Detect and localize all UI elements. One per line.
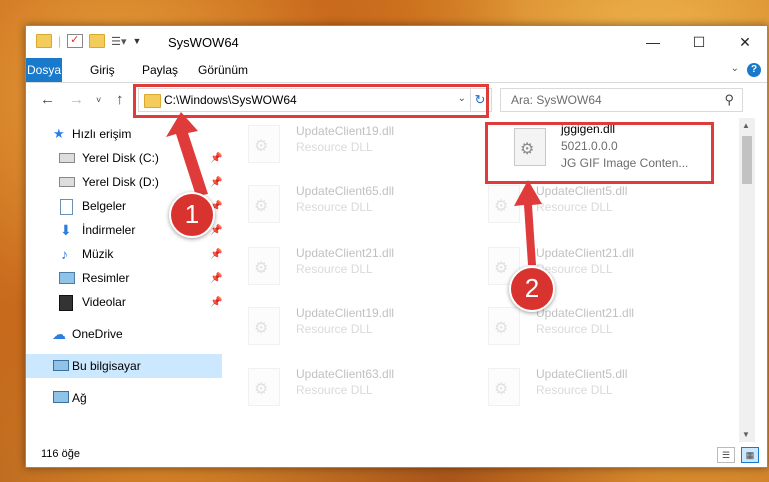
arrow-2-shape xyxy=(514,180,542,265)
step-badge-1: 1 xyxy=(169,192,215,238)
annotation-arrows xyxy=(166,112,542,265)
arrow-1-shape xyxy=(166,112,208,196)
step-badge-2: 2 xyxy=(509,266,555,312)
